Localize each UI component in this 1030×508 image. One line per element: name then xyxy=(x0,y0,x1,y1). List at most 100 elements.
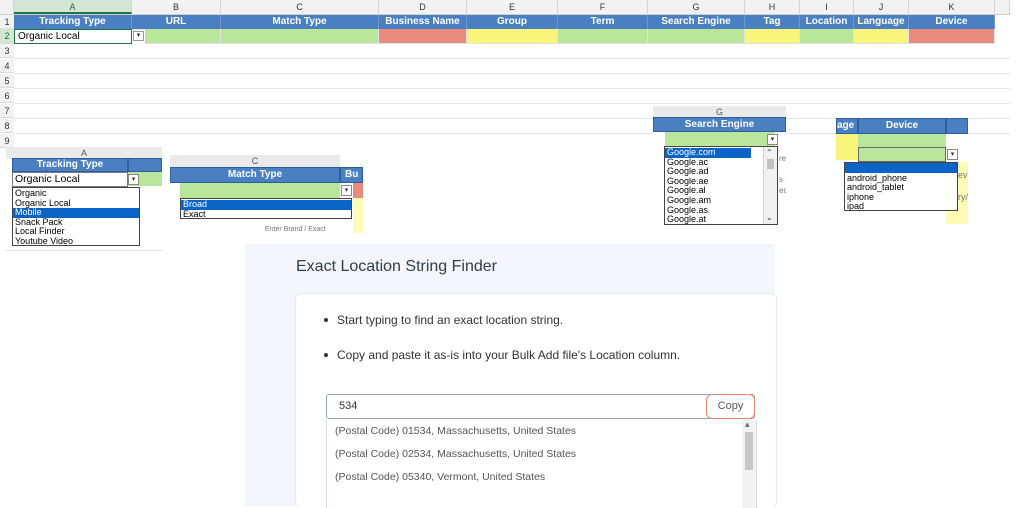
finder-card: Start typing to find an exact location s… xyxy=(295,293,777,508)
device-option-ipad[interactable]: ipad xyxy=(845,202,957,212)
location-finder-panel: Exact Location String Finder Start typin… xyxy=(245,244,777,508)
col-header-a[interactable]: A xyxy=(14,0,132,14)
snippet-tracking-arrow[interactable]: ▾ xyxy=(128,174,139,185)
col-header-b[interactable]: B xyxy=(132,0,221,14)
col-header-g[interactable]: G xyxy=(648,0,745,14)
business-name-cell[interactable] xyxy=(379,29,467,44)
header-cell-language[interactable]: Language xyxy=(854,15,909,30)
location-results-list[interactable]: (Postal Code) 01534, Massachusetts, Unit… xyxy=(326,419,757,508)
copy-button[interactable]: Copy xyxy=(706,394,755,419)
header-cell-group[interactable]: Group xyxy=(467,15,558,30)
term-cell[interactable] xyxy=(558,29,648,44)
instruction-bullet-1: Start typing to find an exact location s… xyxy=(324,313,563,327)
header-cell-tracking-type[interactable]: Tracking Type xyxy=(14,15,132,30)
bullet-dot-icon xyxy=(324,317,328,322)
col-header-c[interactable]: C xyxy=(221,0,379,14)
engine-list-scrollbar[interactable]: ⌃ ⌄ xyxy=(763,147,777,224)
instruction-bullet-2: Copy and paste it as-is into your Bulk A… xyxy=(324,348,680,362)
header-cell-tag[interactable]: Tag xyxy=(745,15,800,30)
location-result-item[interactable]: (Postal Code) 01534, Massachusetts, Unit… xyxy=(335,425,576,437)
device-dropdown-snippet: age Device ▾ android_phone android_table… xyxy=(836,114,968,224)
scroll-down-icon[interactable]: ⌄ xyxy=(766,213,773,223)
results-scrollbar[interactable]: ▴ xyxy=(742,419,756,508)
location-result-item[interactable]: (Postal Code) 02534, Massachusetts, Unit… xyxy=(335,448,576,460)
match-type-options-list[interactable]: Broad Exact xyxy=(180,198,352,219)
header-cell-term[interactable]: Term xyxy=(558,15,648,30)
row-header-1[interactable]: 1 xyxy=(0,15,14,29)
gridline xyxy=(14,103,1010,104)
search-engine-cell[interactable] xyxy=(648,29,745,44)
header-cell-url[interactable]: URL xyxy=(132,15,221,30)
search-engine-dropdown-snippet: G Search Engine ▾ Google.com Google.ac G… xyxy=(653,106,786,228)
header-cell-device[interactable]: Device xyxy=(909,15,995,30)
url-cell[interactable] xyxy=(145,29,221,44)
snippet-side-text: ev xyxy=(958,170,968,180)
col-header-j[interactable]: J xyxy=(854,0,909,14)
tag-cell[interactable] xyxy=(745,29,800,44)
snippet-device-green-cell[interactable] xyxy=(858,147,946,162)
col-header-f[interactable]: F xyxy=(558,0,648,14)
tracking-option-youtube-video[interactable]: Youtube Video xyxy=(13,236,139,247)
gridline xyxy=(6,250,162,251)
snippet-side-text: ry/ xyxy=(958,192,968,202)
gridline xyxy=(14,88,1010,89)
snippet-header-next xyxy=(946,118,968,134)
match-option-exact[interactable]: Exact xyxy=(181,209,351,220)
row-header-9[interactable]: 9 xyxy=(0,134,14,148)
snippet-tracking-value[interactable]: Organic Local xyxy=(12,172,128,187)
snippet-match-green-cell[interactable] xyxy=(180,183,340,198)
col-header-d[interactable]: D xyxy=(379,0,467,14)
snippet-side-text: re xyxy=(779,154,786,163)
scroll-up-icon[interactable]: ⌃ xyxy=(766,148,773,158)
match-type-cell[interactable] xyxy=(221,29,379,44)
row-header-2[interactable]: 2 xyxy=(0,29,14,44)
snippet-header-device: Device xyxy=(858,118,946,134)
col-header-l[interactable] xyxy=(995,0,1010,14)
row-header-4[interactable]: 4 xyxy=(0,59,14,73)
header-cell-location[interactable]: Location xyxy=(800,15,854,30)
engine-option-google-at[interactable]: Google.at xyxy=(665,215,777,225)
snippet-header-match-type: Match Type xyxy=(170,167,340,183)
search-engine-options-list[interactable]: Google.com Google.ac Google.ad Google.ae… xyxy=(664,146,778,225)
match-option-broad[interactable]: Broad xyxy=(181,199,351,210)
location-search-box[interactable]: Copy xyxy=(326,394,755,419)
row-header-3[interactable]: 3 xyxy=(0,44,14,58)
row-header-8[interactable]: 8 xyxy=(0,119,14,133)
device-option-blank[interactable] xyxy=(845,163,957,173)
snippet-device-arrow[interactable]: ▾ xyxy=(947,149,958,160)
row-header-corner[interactable] xyxy=(0,0,14,14)
language-cell[interactable] xyxy=(854,29,909,44)
header-cell-search-engine[interactable]: Search Engine xyxy=(648,15,745,30)
snippet-header-tracking-type: Tracking Type xyxy=(12,158,128,172)
snippet-yellow-cell xyxy=(353,198,363,233)
gridline xyxy=(14,73,1010,74)
device-cell[interactable] xyxy=(909,29,995,44)
scroll-thumb[interactable] xyxy=(767,159,774,169)
scroll-up-icon[interactable]: ▴ xyxy=(745,419,750,430)
header-cell-business-name[interactable]: Business Name xyxy=(379,15,467,30)
tracking-type-options-list[interactable]: Organic Organic Local Mobile Snack Pack … xyxy=(12,187,140,246)
col-header-i[interactable]: I xyxy=(800,0,854,14)
tracking-type-dropdown-snippet: A Tracking Type Organic Local ▾ Organic … xyxy=(6,147,162,265)
snippet-side-text: s E xyxy=(779,175,786,184)
location-result-item[interactable]: (Postal Code) 05340, Vermont, United Sta… xyxy=(335,471,545,483)
snippet-engine-arrow[interactable]: ▾ xyxy=(767,134,778,145)
header-cell-match-type[interactable]: Match Type xyxy=(221,15,379,30)
group-cell[interactable] xyxy=(467,29,558,44)
col-header-k[interactable]: K xyxy=(909,0,995,14)
snippet-match-arrow[interactable]: ▾ xyxy=(341,185,352,196)
tracking-type-dropdown-arrow[interactable]: ▾ xyxy=(133,31,144,41)
col-header-h[interactable]: H xyxy=(745,0,800,14)
tracking-type-cell[interactable]: Organic Local xyxy=(14,29,132,44)
location-search-input[interactable] xyxy=(339,400,669,412)
instruction-text: Start typing to find an exact location s… xyxy=(337,313,564,327)
row-header-5[interactable]: 5 xyxy=(0,74,14,88)
col-header-e[interactable]: E xyxy=(467,0,558,14)
location-cell[interactable] xyxy=(800,29,854,44)
device-options-list[interactable]: android_phone android_tablet iphone ipad xyxy=(844,162,958,211)
snippet-faint-text: Enter Brand / Exact xyxy=(265,226,326,233)
results-scroll-thumb[interactable] xyxy=(745,432,753,470)
row-header-7[interactable]: 7 xyxy=(0,104,14,118)
snippet-engine-green-cell[interactable] xyxy=(665,132,775,146)
row-header-6[interactable]: 6 xyxy=(0,89,14,103)
